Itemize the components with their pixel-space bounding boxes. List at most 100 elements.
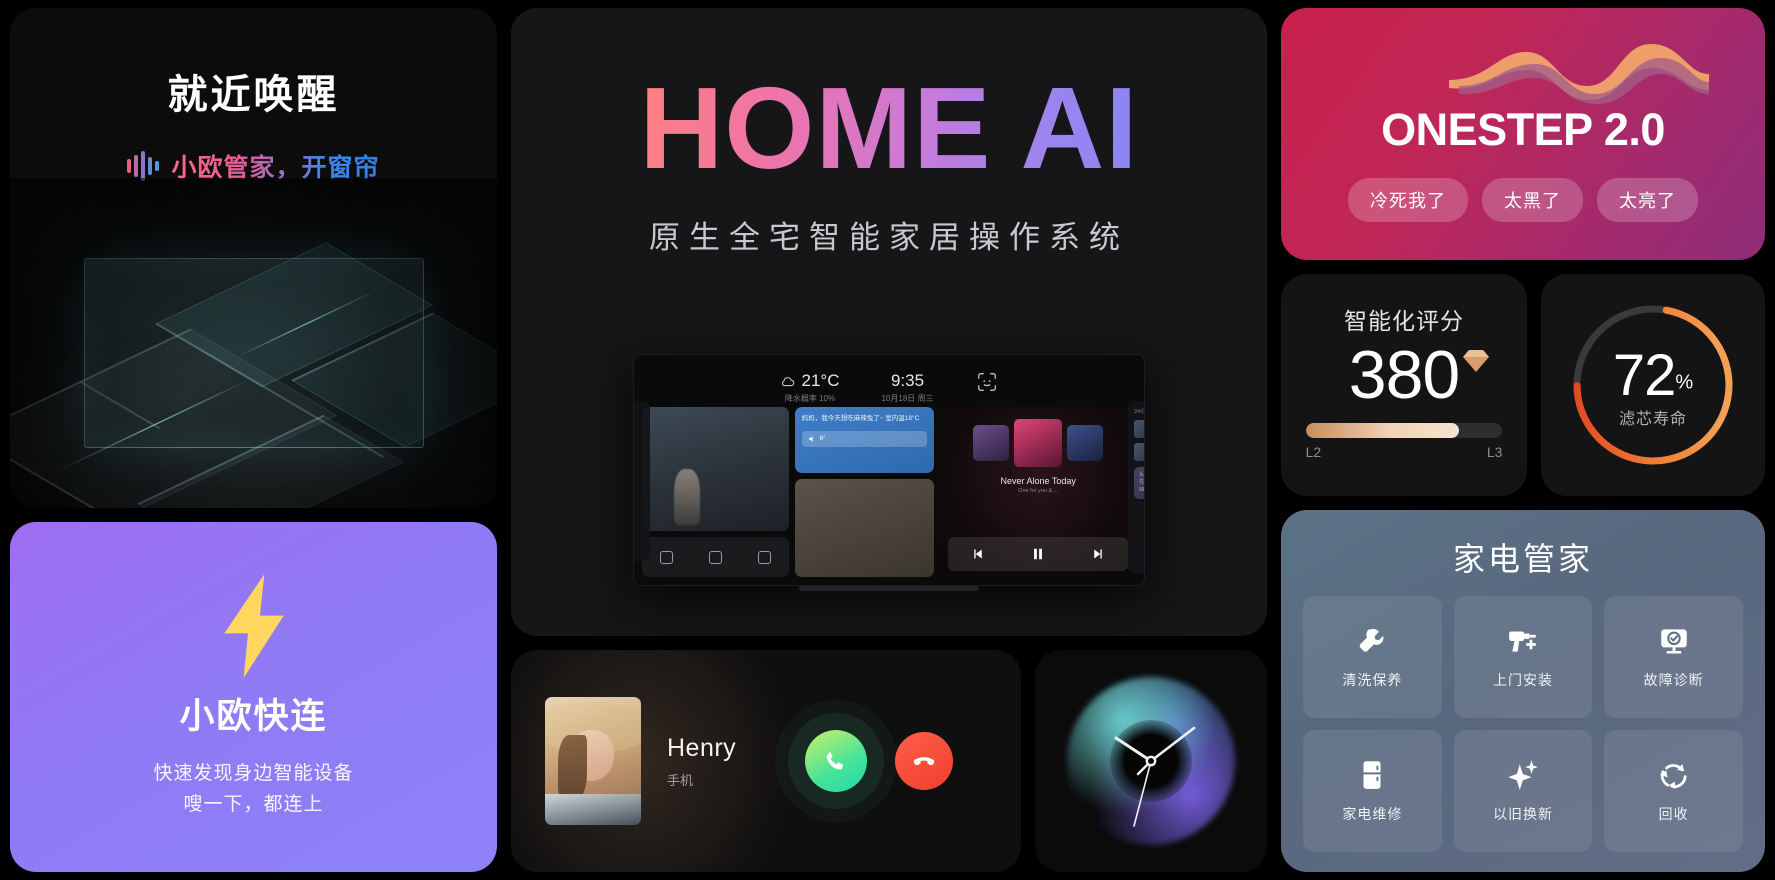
- service-label: 清洗保养: [1342, 672, 1403, 688]
- tv-temperature: 21°C: [801, 371, 840, 390]
- right-middle-row: 智能化评分 380 L2 L3 72% 滤芯寿命: [1281, 274, 1765, 496]
- level-low-label: L2: [1305, 443, 1322, 460]
- service-tile-recycle[interactable]: 回收: [1604, 730, 1743, 852]
- call-actions: [805, 730, 987, 792]
- tv-volume-bar[interactable]: 6°: [801, 431, 928, 448]
- decline-call-button[interactable]: [895, 732, 953, 790]
- nearby-wake-card[interactable]: 就近唤醒 小欧管家，开窗帘: [10, 8, 497, 508]
- news-thumbnail: [1134, 443, 1144, 461]
- contact-avatar: [545, 697, 641, 825]
- filter-life-readout: 72% 滤芯寿命: [1613, 342, 1693, 429]
- incoming-call-card[interactable]: Henry 手机: [511, 650, 1021, 872]
- filter-life-card[interactable]: 72% 滤芯寿命: [1541, 274, 1765, 496]
- clock-widget-card[interactable]: [1035, 650, 1267, 872]
- service-tile-trade-in[interactable]: 以旧换新: [1453, 730, 1593, 852]
- tv-clock: 9:35 10月18日 周三: [881, 371, 933, 404]
- filter-life-unit: %: [1675, 371, 1694, 394]
- left-column: 就近唤醒 小欧管家，开窗帘 小欧快连 快速发现身边智能设备 嗖一下，都连上: [10, 8, 497, 872]
- phone-answer-icon: [826, 751, 844, 770]
- center-column: HOME AI 原生全宅智能家居操作系统 21°C 降水概率 10% 9:35 …: [511, 8, 1267, 872]
- news-header: 24小时热闻: [1134, 409, 1145, 415]
- tv-volume-value: 6°: [819, 436, 826, 443]
- cloud-icon: [782, 376, 795, 386]
- voice-wave-icon: [1449, 44, 1709, 104]
- filter-life-value-row: 72%: [1613, 342, 1693, 409]
- tv-photo-widget[interactable]: [642, 407, 789, 531]
- sparkle-icon: [1508, 760, 1538, 790]
- right-column: ONESTEP 2.0 冷死我了 太黑了 太亮了 智能化评分 380 L2 L3…: [1281, 8, 1765, 872]
- onestep-chip-bright[interactable]: 太亮了: [1597, 178, 1698, 222]
- service-label: 家电维修: [1342, 806, 1403, 822]
- tv-faceid: [976, 371, 998, 393]
- service-label: 故障诊断: [1643, 672, 1704, 688]
- news-item[interactable]: 韩国已有5成是老人: [1134, 420, 1144, 438]
- tv-side-panel[interactable]: 客厅 60% 22°C 149kwh: [634, 401, 650, 561]
- refrigerator-icon: [1363, 761, 1381, 789]
- progress-fill: [1305, 422, 1460, 438]
- tv-weather: 21°C 降水概率 10%: [780, 371, 839, 404]
- lightning-bolt-icon: [223, 573, 284, 678]
- air-conditioner-icon: [708, 550, 722, 564]
- nearby-wake-title: 就近唤醒: [167, 73, 340, 117]
- face-id-icon: [977, 373, 996, 391]
- service-tile-repair[interactable]: 家电维修: [1303, 730, 1442, 852]
- humidifier-icon: [659, 550, 673, 564]
- progress-track: [1305, 422, 1503, 438]
- smart-score-value-wrap: 380: [1349, 338, 1490, 413]
- appliance-butler-title: 家电管家: [1452, 541, 1593, 577]
- more-icon: [757, 550, 771, 564]
- quick-connect-desc-line2: 嗖一下，都连上: [183, 793, 324, 815]
- dashboard-root: 就近唤醒 小欧管家，开窗帘 小欧快连 快速发现身边智能设备 嗖一下，都连上 HO…: [0, 0, 1775, 880]
- tv-weather-sub: 降水概率 10%: [784, 394, 836, 403]
- glass-house-illustration: [10, 178, 497, 508]
- tv-stand: [799, 586, 979, 591]
- news-feature-card[interactable]: 头条新闻 任天堂：Switch全球销量6830万台: [1134, 467, 1145, 499]
- service-tile-installation[interactable]: 上门安装: [1453, 596, 1593, 718]
- onestep-card[interactable]: ONESTEP 2.0 冷死我了 太黑了 太亮了: [1281, 8, 1765, 260]
- news-item[interactable]: 航拍我的江苏: [1134, 443, 1144, 461]
- tv-status-bar: 21°C 降水概率 10% 9:35 10月18日 周三: [634, 371, 1144, 404]
- appliance-butler-card[interactable]: 家电管家 清洗保养 上门安装 故障诊断 家电维修 以旧换新 回收: [1281, 510, 1765, 872]
- album-row: [973, 419, 1104, 467]
- home-ai-card[interactable]: HOME AI 原生全宅智能家居操作系统 21°C 降水概率 10% 9:35 …: [511, 8, 1267, 636]
- tv-control-widget[interactable]: [642, 537, 789, 577]
- tv-column-mid: 妈妈，我今天想吃麻辣兔了~ 室内温18°C 6°: [794, 407, 935, 577]
- pause-icon[interactable]: [1031, 547, 1045, 561]
- home-ai-subtitle: 原生全宅智能家居操作系统: [649, 220, 1129, 255]
- speaker-icon: [808, 436, 813, 442]
- quick-connect-description: 快速发现身边智能设备 嗖一下，都连上: [153, 759, 353, 821]
- tv-news-panel[interactable]: 24小时热闻 韩国已有5成是老人 航拍我的江苏 头条新闻 任天堂：Switch全…: [1128, 401, 1145, 573]
- tv-widget-grid: 妈妈，我今天想吃麻辣兔了~ 室内温18°C 6° Never Alone Tod…: [642, 407, 1136, 577]
- tv-room-widget[interactable]: [794, 479, 935, 577]
- news-card-text: 任天堂：Switch全球销量6830万台: [1139, 479, 1145, 493]
- service-tile-cleaning[interactable]: 清洗保养: [1303, 596, 1442, 718]
- tv-music-widget[interactable]: Never Alone Today One for you & ...: [940, 407, 1136, 577]
- onestep-chip-cold[interactable]: 冷死我了: [1348, 178, 1468, 222]
- tv-assistant-widget[interactable]: 妈妈，我今天想吃麻辣兔了~ 室内温18°C 6°: [794, 407, 935, 473]
- smart-score-card[interactable]: 智能化评分 380 L2 L3: [1281, 274, 1527, 496]
- smart-score-title: 智能化评分: [1344, 308, 1464, 334]
- center-bottom-row: Henry 手机: [511, 650, 1267, 872]
- previous-track-icon[interactable]: [972, 548, 984, 560]
- tv-mockup: 21°C 降水概率 10% 9:35 10月18日 周三 妈妈，我今天想吃麻辣兔…: [511, 336, 1267, 636]
- service-label: 以旧换新: [1492, 806, 1553, 822]
- service-label: 上门安装: [1492, 672, 1553, 688]
- tv-side-text: 客厅 60% 22°C 149kwh: [634, 407, 644, 416]
- monitor-check-icon: [1660, 629, 1687, 654]
- tv-time: 9:35: [890, 371, 925, 390]
- onestep-chip-row: 冷死我了 太黑了 太亮了: [1348, 178, 1698, 222]
- wrench-icon: [1360, 628, 1384, 652]
- diamond-icon: [1463, 350, 1490, 372]
- service-tile-diagnosis[interactable]: 故障诊断: [1604, 596, 1743, 718]
- music-controls[interactable]: [948, 537, 1128, 571]
- quick-connect-card[interactable]: 小欧快连 快速发现身边智能设备 嗖一下，都连上: [10, 522, 497, 872]
- quick-connect-desc-line1: 快速发现身边智能设备: [153, 762, 354, 784]
- next-track-icon[interactable]: [1092, 548, 1104, 560]
- service-label: 回收: [1658, 806, 1689, 822]
- analog-clock-icon: [1114, 726, 1196, 827]
- album-art-next: [1067, 425, 1104, 461]
- phone-hangup-icon: [913, 757, 935, 766]
- onestep-chip-dark[interactable]: 太黑了: [1482, 178, 1583, 222]
- quick-connect-title: 小欧快连: [179, 696, 328, 736]
- smart-score-progress: L2 L3: [1305, 422, 1503, 460]
